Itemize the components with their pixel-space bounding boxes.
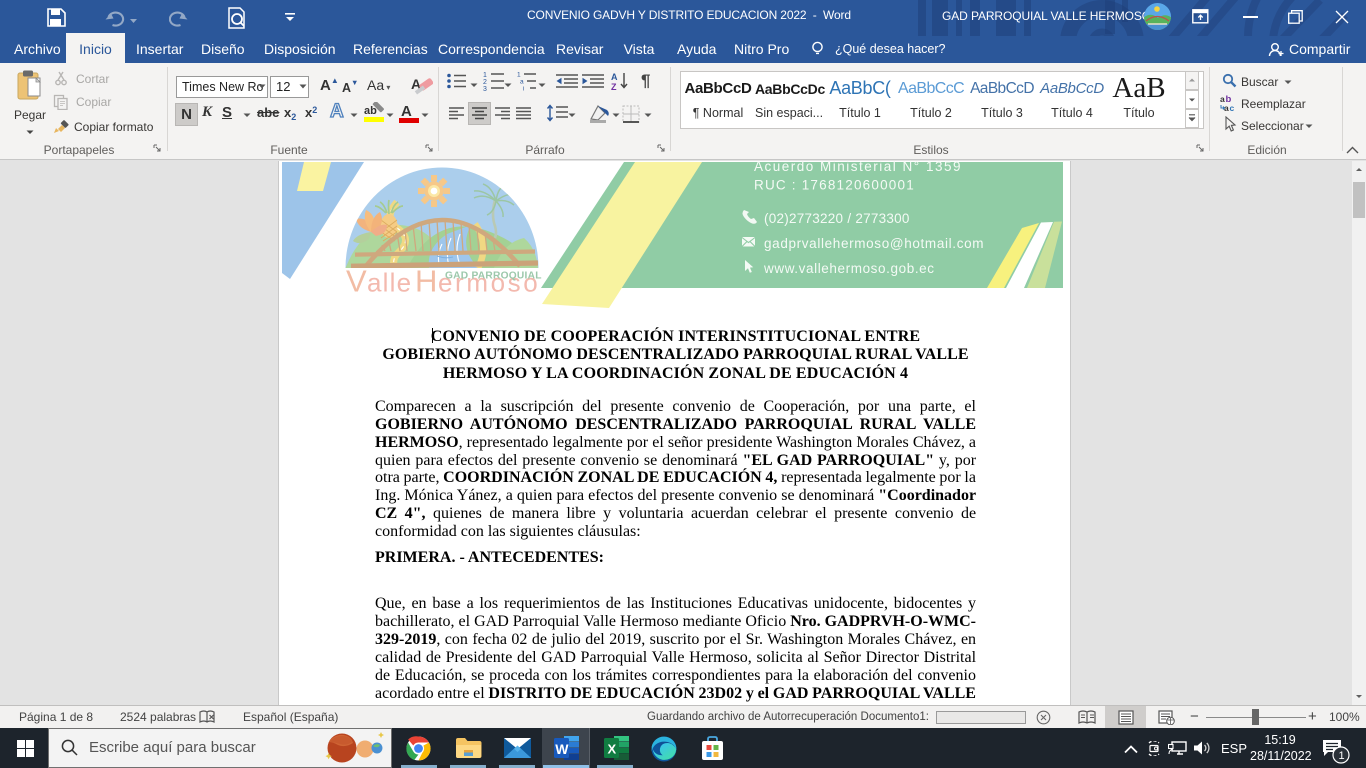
svg-text:www.vallehermoso.gob.ec: www.vallehermoso.gob.ec	[763, 261, 935, 276]
svg-text:a: a	[520, 79, 524, 86]
svg-text:gadprvallehermoso@hotmail.com: gadprvallehermoso@hotmail.com	[764, 236, 984, 251]
svg-text:Z: Z	[611, 82, 617, 91]
svg-text:RUC : 1768120600001: RUC : 1768120600001	[754, 178, 915, 193]
svg-text:Acuerdo Ministerial N° 1359: Acuerdo Ministerial N° 1359	[754, 161, 962, 174]
svg-text:c: c	[1230, 103, 1235, 112]
svg-text:H: H	[415, 264, 437, 299]
svg-text:A: A	[401, 103, 412, 120]
svg-text:A: A	[611, 72, 618, 82]
svg-text:a: a	[1224, 103, 1229, 112]
svg-text:W: W	[555, 741, 569, 757]
svg-text:1: 1	[517, 72, 521, 79]
svg-text:(02)2773220 / 2773300: (02)2773220 / 2773300	[764, 211, 910, 226]
svg-text:X: X	[608, 742, 617, 757]
svg-text:3: 3	[483, 86, 487, 91]
svg-text:i: i	[523, 86, 524, 92]
svg-text:V: V	[346, 264, 367, 299]
svg-text:1: 1	[483, 72, 487, 79]
svg-text:1: 1	[1339, 750, 1345, 762]
svg-text:2: 2	[483, 79, 487, 86]
svg-text:alle: alle	[367, 268, 412, 298]
svg-text:GAD PARROQUIAL: GAD PARROQUIAL	[445, 271, 542, 282]
